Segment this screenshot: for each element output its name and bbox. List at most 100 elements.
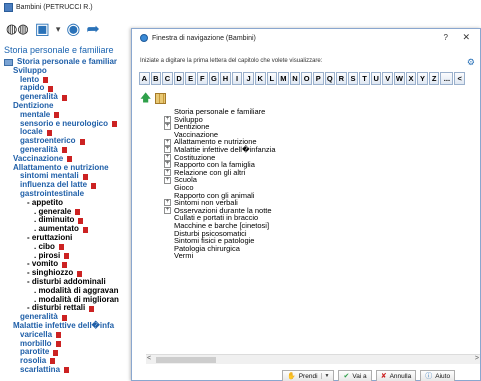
letter-button[interactable]: Z [428,72,440,85]
letter-button[interactable]: ... [440,72,454,85]
letter-button[interactable]: Y [417,72,428,85]
tree-item[interactable]: . pirosi [2,251,142,261]
expand-icon[interactable]: + [164,123,171,131]
letter-button[interactable]: L [266,72,278,85]
dialog-icon [140,34,148,42]
expand-icon[interactable]: + [164,207,171,215]
tree-item[interactable]: - appetito [2,198,142,208]
letter-button[interactable]: G [208,72,220,85]
expand-icon[interactable]: + [164,176,171,184]
chevron-down-icon[interactable]: ▼ [320,373,329,379]
flag-icon [91,182,97,189]
list-item[interactable]: Vermi [164,252,464,260]
flag-icon [62,261,68,268]
flag-icon [61,314,67,321]
flag-icon [46,129,52,136]
hand-icon: ✋ [287,373,296,380]
close-button[interactable]: ✕ [462,32,470,43]
expand-icon[interactable]: + [164,161,171,169]
share-icon[interactable]: ➦ [86,19,99,39]
prendi-button[interactable]: ✋ Prendi ▼ [282,370,335,381]
flag-icon [61,147,67,154]
flag-icon [53,349,59,356]
letter-button[interactable]: U [370,72,382,85]
expand-icon[interactable]: + [164,153,171,161]
list-item[interactable]: + Sviluppo [164,115,464,124]
help-button[interactable]: ? [444,33,448,42]
annulla-label: Annulla [389,372,412,380]
list-item[interactable]: + Scuola [164,176,464,184]
globe-icon[interactable]: ◉ [66,19,80,39]
flag-icon [56,332,62,339]
letter-button[interactable]: I [231,72,243,85]
letter-button[interactable]: T [359,72,370,85]
tree-item[interactable]: - eruttazioni [2,233,142,243]
expand-icon[interactable]: + [164,199,171,207]
scroll-left-arrow[interactable]: < [147,355,151,362]
annulla-button[interactable]: ✘ Annulla [375,370,417,381]
aiuto-label: Aiuto [435,372,451,380]
flag-icon [77,270,83,277]
flag-icon [82,226,88,233]
letter-button[interactable]: A [139,72,150,85]
up-arrow-icon[interactable]: 🡅 [140,89,151,108]
flag-icon [61,94,67,101]
dialog-title-bar: Finestra di navigazione (Bambini) [132,29,480,47]
letter-button[interactable]: H [220,72,231,85]
letter-button[interactable]: M [278,72,289,85]
letter-button[interactable]: D [173,72,185,85]
main-title-bar: Bambini (PETRUCCI R.) [0,0,481,14]
document-icon[interactable]: ▣ [35,19,50,39]
vai-a-button[interactable]: ✔ Vai a [338,370,372,381]
scroll-thumb[interactable] [156,357,216,363]
vai-a-label: Vai a [352,372,367,380]
letter-button[interactable]: B [150,72,162,85]
navigation-dialog: Finestra di navigazione (Bambini) ? ✕ In… [131,28,481,381]
list-item-label: Vermi [174,251,194,261]
letter-button[interactable]: N [289,72,301,85]
letter-button[interactable]: V [382,72,394,85]
grid-icon[interactable] [155,93,167,104]
letter-button[interactable]: W [394,72,405,85]
tree-item[interactable]: gastrointestinale [2,189,142,199]
letter-button[interactable]: P [312,72,324,85]
flag-icon [50,358,56,365]
tree-item[interactable]: scarlattina [2,364,142,375]
flag-icon [75,208,81,215]
aiuto-button[interactable]: ⓘ Aiuto [420,370,456,381]
letter-button[interactable]: R [336,72,347,85]
letter-button[interactable]: E [185,72,196,85]
tree-item-label: scarlattina [20,364,61,374]
letter-button[interactable]: O [301,72,312,85]
list-item[interactable]: Patologia chirurgica [164,245,464,253]
dropdown-arrow-icon[interactable]: ▾ [56,24,61,35]
letter-button[interactable]: < [454,72,466,85]
letter-button[interactable]: J [243,72,254,85]
tree-item[interactable]: . aumentato [2,224,142,234]
horizontal-scrollbar[interactable]: < > [146,354,480,364]
scroll-right-arrow[interactable]: > [475,355,479,362]
list-item[interactable]: + Relazione con gli altri [164,169,464,177]
flag-icon [112,120,118,127]
flag-icon [48,85,54,92]
list-item[interactable]: Storia personale e familiare [164,108,464,116]
expand-icon[interactable]: + [164,138,171,146]
letter-button[interactable]: X [405,72,417,85]
settings-icon[interactable]: ⚙ [467,57,475,68]
chapter-tree[interactable]: Storia personale e familiar Sviluppo lento… [2,58,142,381]
expand-icon[interactable]: + [164,169,171,177]
tree-item[interactable]: . cibo [2,242,142,252]
left-panel-header: Storia personale e familiare [4,45,114,55]
flag-icon [79,138,85,145]
dialog-title: Finestra di navigazione (Bambini) [152,34,256,42]
binoculars-icon[interactable]: ◍◍ [6,21,29,37]
letter-button[interactable]: Q [324,72,336,85]
letter-button[interactable]: C [162,72,173,85]
expand-icon[interactable]: + [164,115,171,123]
letter-button[interactable]: F [196,72,208,85]
flag-icon [89,305,95,312]
chapter-list[interactable]: Storia personale e familiare + Sviluppo + De… [164,108,464,354]
letter-button[interactable]: K [254,72,266,85]
expand-icon[interactable]: + [164,146,171,154]
letter-button[interactable]: S [347,72,359,85]
